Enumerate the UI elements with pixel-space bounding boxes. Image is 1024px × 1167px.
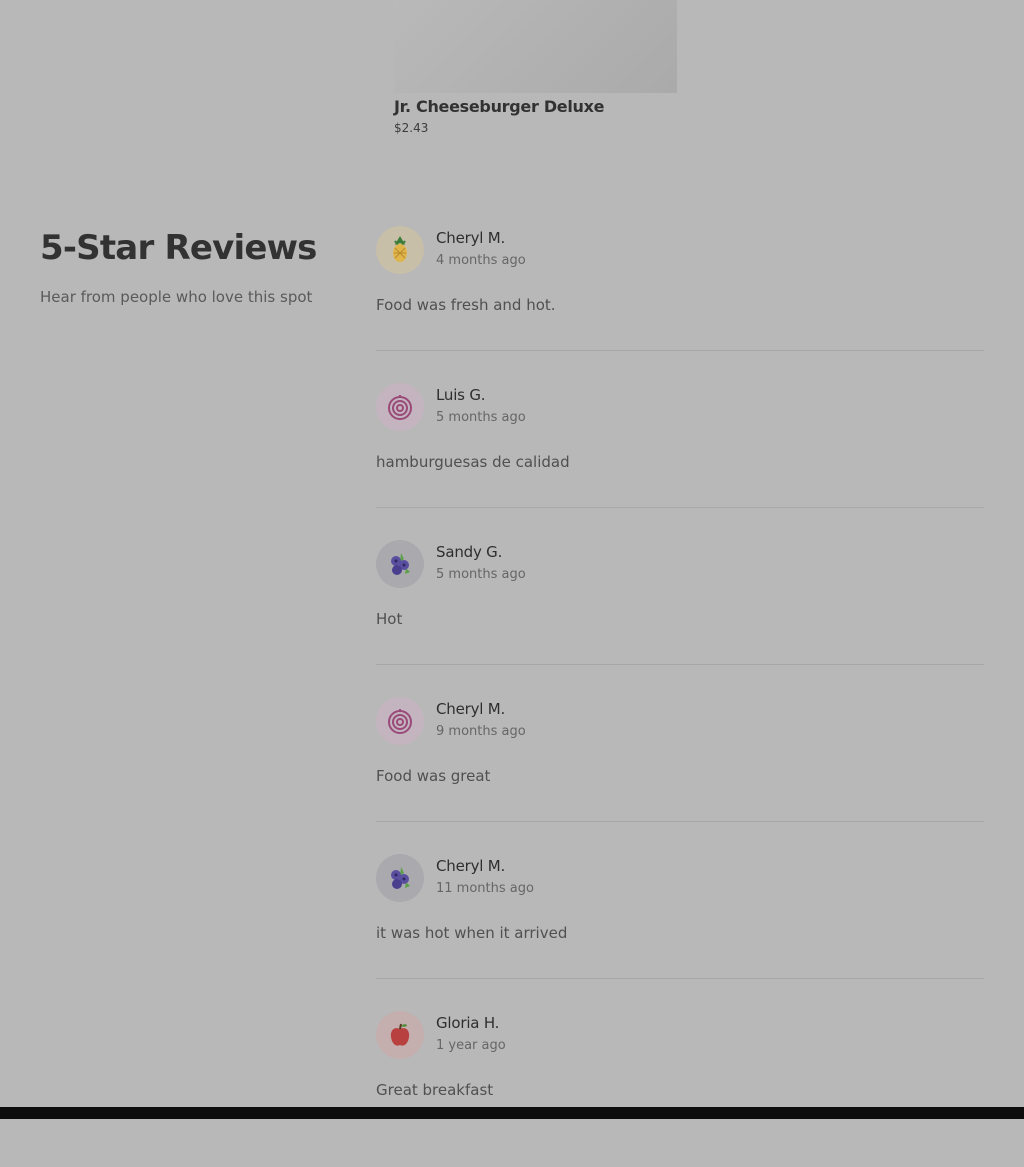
review-text: it was hot when it arrived [376, 924, 568, 942]
onion-icon [376, 383, 424, 431]
blueberries-icon [376, 540, 424, 588]
review-time: 1 year ago [436, 1038, 506, 1053]
reviewer-name: Cheryl M. [436, 857, 506, 875]
review-time: 4 months ago [436, 253, 526, 268]
menu-item-price: $2.43 [394, 121, 429, 135]
review-text: Great breakfast [376, 1081, 494, 1099]
review-item: Cheryl M. 4 months ago Food was fresh an… [376, 226, 984, 351]
blueberries-icon [376, 854, 424, 902]
menu-item-card[interactable]: Jr. Cheeseburger Deluxe $2.43 [394, 0, 677, 135]
pineapple-icon [376, 226, 424, 274]
review-item: Luis G. 5 months ago hamburguesas de cal… [376, 383, 984, 508]
review-text: hamburguesas de calidad [376, 453, 570, 471]
apple-icon [376, 1011, 424, 1059]
review-text: Food was fresh and hot. [376, 296, 556, 314]
reviewer-name: Cheryl M. [436, 700, 506, 718]
review-item: Sandy G. 5 months ago Hot [376, 540, 984, 665]
review-item: Cheryl M. 9 months ago Food was great [376, 697, 984, 822]
bottom-bar [0, 1107, 1024, 1119]
onion-icon [376, 697, 424, 745]
review-text: Food was great [376, 767, 491, 785]
reviews-title: 5-Star Reviews [40, 228, 317, 268]
review-time: 5 months ago [436, 567, 526, 582]
review-time: 11 months ago [436, 881, 534, 896]
review-item: Cheryl M. 11 months ago it was hot when … [376, 854, 984, 979]
reviewer-name: Sandy G. [436, 543, 503, 561]
reviews-subtitle: Hear from people who love this spot [40, 288, 313, 306]
review-list: Cheryl M. 4 months ago Food was fresh an… [376, 226, 984, 1167]
reviewer-name: Luis G. [436, 386, 486, 404]
reviewer-name: Cheryl M. [436, 229, 506, 247]
review-text: Hot [376, 610, 403, 628]
review-time: 9 months ago [436, 724, 526, 739]
reviews-header: 5-Star Reviews Hear from people who love… [40, 228, 317, 306]
review-time: 5 months ago [436, 410, 526, 425]
menu-item-name: Jr. Cheeseburger Deluxe [394, 97, 605, 116]
reviewer-name: Gloria H. [436, 1014, 500, 1032]
menu-item-image[interactable] [394, 0, 677, 93]
